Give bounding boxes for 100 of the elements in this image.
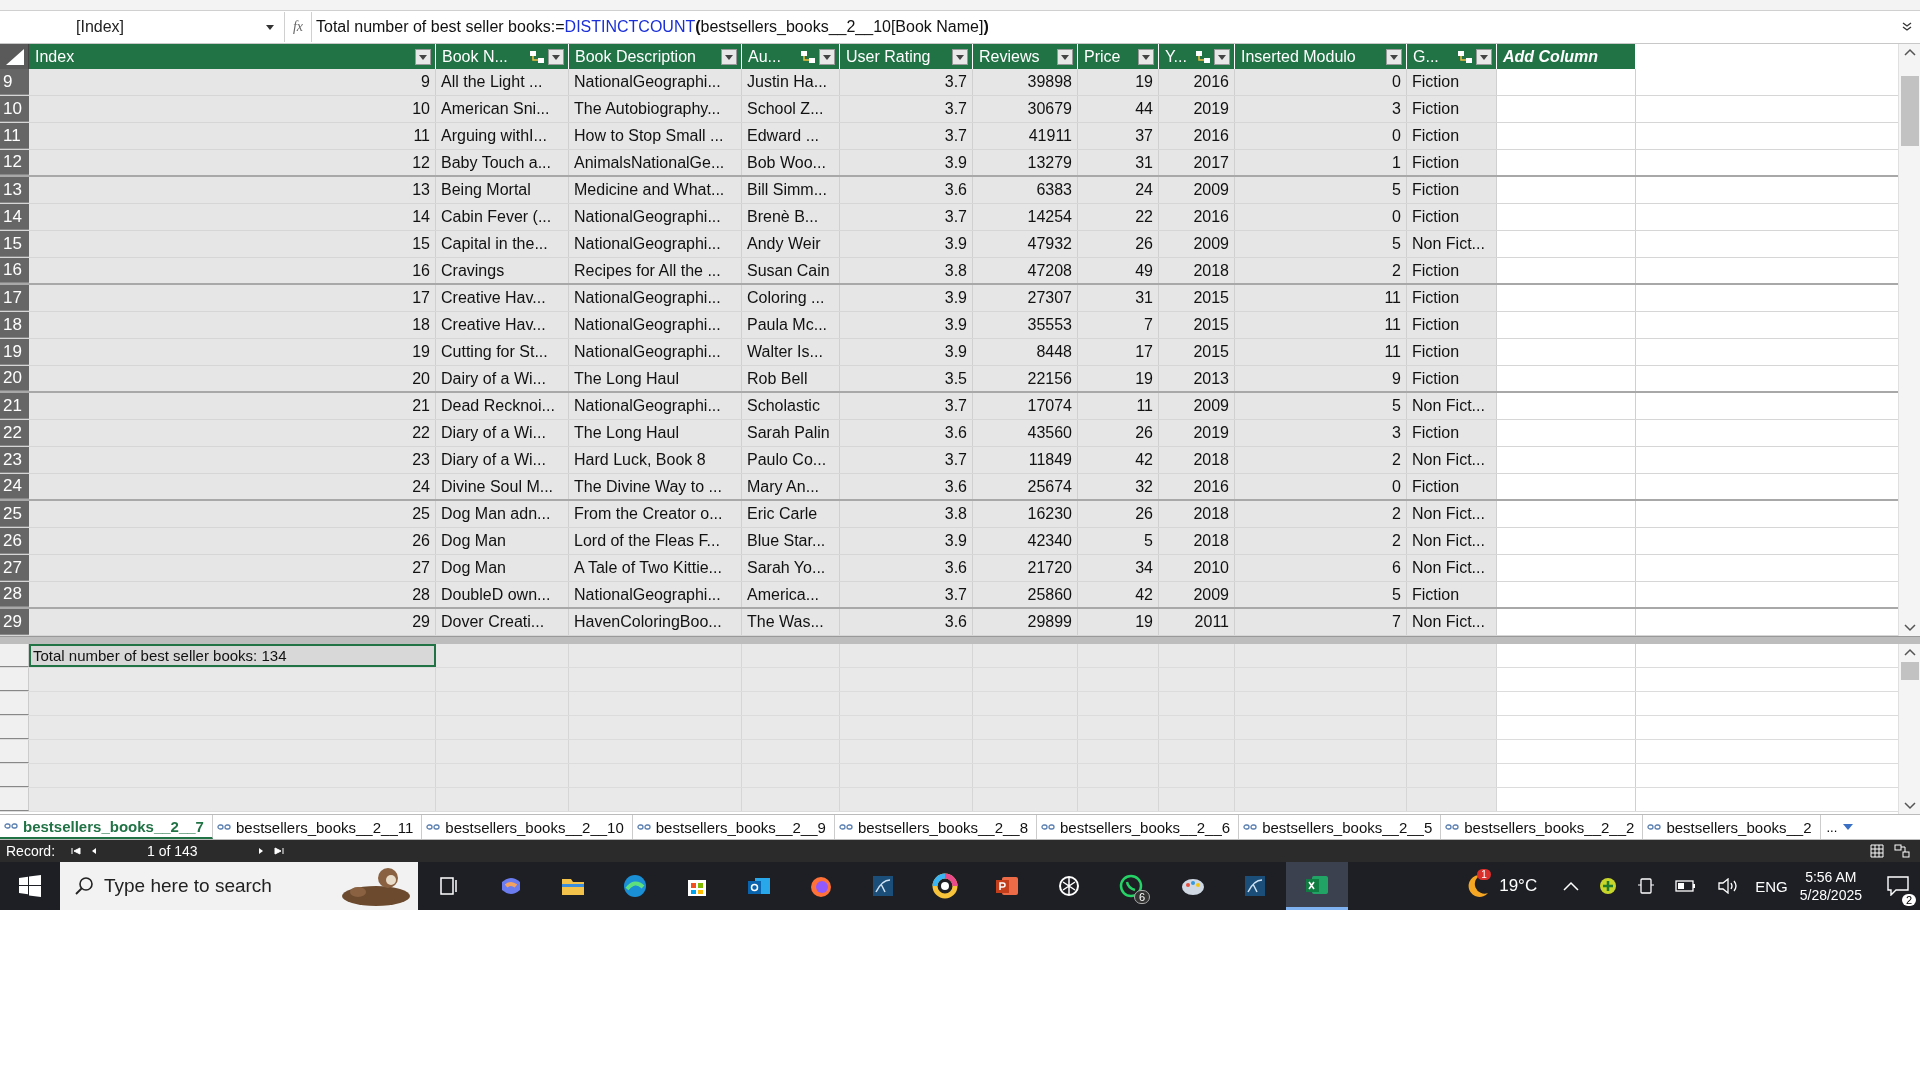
chevron-up-icon[interactable] xyxy=(1563,881,1580,891)
weather-widget[interactable]: 1 19°C xyxy=(1461,871,1538,901)
row-number[interactable]: 22 xyxy=(0,420,29,446)
row-number[interactable]: 19 xyxy=(0,339,29,365)
table-cell: NationalGeographi... xyxy=(569,285,742,311)
row-number[interactable]: 20 xyxy=(0,366,29,391)
scroll-down-icon[interactable] xyxy=(1903,802,1916,810)
vertical-scrollbar[interactable] xyxy=(1898,44,1920,636)
previous-record-icon[interactable] xyxy=(91,847,98,855)
row-number[interactable]: 24 xyxy=(0,474,29,499)
more-tabs[interactable]: ... xyxy=(1826,819,1838,835)
scroll-up-icon[interactable] xyxy=(1903,648,1916,656)
sheet-tab[interactable]: bestsellers_books__2 xyxy=(1643,815,1821,839)
filter-dropdown-icon[interactable] xyxy=(415,48,431,65)
grid-view-icon[interactable] xyxy=(1870,844,1884,858)
filter-dropdown-icon[interactable] xyxy=(548,48,564,65)
sheet-tab[interactable]: bestsellers_books__2__2 xyxy=(1441,815,1644,839)
column-header[interactable]: Book Description xyxy=(569,44,742,69)
clock[interactable]: 5:56 AM 5/28/2025 xyxy=(1799,868,1862,904)
row-number[interactable]: 18 xyxy=(0,312,29,338)
expand-icon[interactable] xyxy=(1902,22,1912,32)
table-cell: 3.6 xyxy=(840,177,973,203)
sheet-tab[interactable]: bestsellers_books__2__8 xyxy=(834,815,1038,839)
table-cell: Susan Cain xyxy=(742,258,840,283)
row-number[interactable]: 23 xyxy=(0,447,29,473)
table-cell: 2015 xyxy=(1159,339,1235,365)
filter-dropdown-icon[interactable] xyxy=(1138,48,1154,65)
scrollbar-thumb[interactable] xyxy=(1900,662,1919,680)
scrollbar-thumb[interactable] xyxy=(1900,76,1919,146)
scroll-down-icon[interactable] xyxy=(1903,624,1916,632)
column-header[interactable]: Au... xyxy=(742,44,840,69)
row-number[interactable]: 28 xyxy=(0,582,29,607)
table-cell: A Tale of Two Kittie... xyxy=(569,555,742,581)
next-record-icon[interactable] xyxy=(257,847,264,855)
sheet-tab[interactable]: bestsellers_books__2__6 xyxy=(1037,815,1240,839)
vertical-scrollbar[interactable] xyxy=(1898,644,1920,814)
table-cell: Walter Is... xyxy=(742,339,840,365)
relationship-icon xyxy=(529,49,545,64)
relationship-icon xyxy=(1195,49,1211,64)
formula-field[interactable]: Total number of best seller books:=DISTINCTCOUNT(bestsellers_books__2__10[Book Name]) xyxy=(311,12,1894,42)
table-cell: NationalGeographi... xyxy=(569,69,742,95)
table-cell: 3.7 xyxy=(840,393,973,419)
filter-dropdown-icon[interactable] xyxy=(952,48,968,65)
speaker-icon[interactable] xyxy=(1717,878,1740,894)
language-indicator[interactable]: ENG xyxy=(1755,877,1788,895)
row-number[interactable]: 15 xyxy=(0,231,29,257)
row-number[interactable]: 27 xyxy=(0,555,29,581)
column-header[interactable]: User Rating xyxy=(840,44,973,69)
plus-circle-icon[interactable] xyxy=(1599,877,1618,895)
battery-icon[interactable] xyxy=(1675,879,1698,893)
row-number[interactable]: 12 xyxy=(0,150,29,175)
column-header[interactable]: Book N... xyxy=(436,44,569,69)
filter-dropdown-icon[interactable] xyxy=(819,48,835,65)
function-label[interactable]: fx xyxy=(285,19,311,35)
table-cell: NationalGeographi... xyxy=(569,312,742,338)
column-header[interactable]: Y... xyxy=(1159,44,1235,69)
row-number[interactable]: 29 xyxy=(0,609,29,635)
column-header[interactable]: G... xyxy=(1407,44,1497,69)
column-header[interactable]: Price xyxy=(1078,44,1159,69)
filter-dropdown-icon[interactable] xyxy=(1057,48,1073,65)
column-header[interactable]: Index xyxy=(29,44,436,69)
notifications-button[interactable]: 2 xyxy=(1876,864,1920,908)
search-field[interactable]: Type here to search xyxy=(102,874,320,898)
select-all-corner[interactable] xyxy=(0,44,29,69)
filter-dropdown-icon[interactable] xyxy=(1386,48,1402,65)
row-number[interactable]: 14 xyxy=(0,204,29,230)
filter-dropdown-icon[interactable] xyxy=(1214,48,1230,65)
first-record-icon[interactable] xyxy=(71,847,82,855)
diagram-view-icon[interactable] xyxy=(1894,844,1910,858)
row-number[interactable]: 16 xyxy=(0,258,29,283)
sheet-tab[interactable]: bestsellers_books__2__11 xyxy=(212,815,423,839)
scroll-up-icon[interactable] xyxy=(1903,48,1916,56)
row-number[interactable]: 17 xyxy=(0,285,29,311)
table-cell: Fiction xyxy=(1407,474,1497,499)
caret-icon[interactable] xyxy=(1843,824,1854,830)
table-cell: Paulo Co... xyxy=(742,447,840,473)
row-number[interactable]: 26 xyxy=(0,528,29,554)
row-number[interactable]: 21 xyxy=(0,393,29,419)
filter-dropdown-icon[interactable] xyxy=(1476,48,1492,65)
name-box[interactable]: [Index] xyxy=(0,12,285,42)
row-number[interactable]: 10 xyxy=(0,96,29,122)
table-cell: Paula Mc... xyxy=(742,312,840,338)
column-header[interactable]: Add Column xyxy=(1497,44,1636,69)
table-cell: Non Fict... xyxy=(1407,231,1497,257)
column-header[interactable]: Reviews xyxy=(973,44,1078,69)
row-number[interactable]: 11 xyxy=(0,123,29,149)
filter-dropdown-icon[interactable] xyxy=(721,48,737,65)
taskbar-app[interactable]: 6 xyxy=(1100,862,1162,910)
sheet-tab[interactable]: bestsellers_books__2__9 xyxy=(632,815,835,839)
taskbar-search[interactable]: Type here to search xyxy=(60,862,418,910)
sheet-tab[interactable]: bestsellers_books__2__5 xyxy=(1239,815,1442,839)
last-record-icon[interactable] xyxy=(273,847,284,855)
column-header[interactable]: Inserted Modulo xyxy=(1235,44,1407,69)
table-cell: 11 xyxy=(1235,312,1407,338)
row-number[interactable]: 9 xyxy=(0,69,29,95)
sheet-tab[interactable]: bestsellers_books__2__10 xyxy=(422,815,633,839)
row-number[interactable]: 13 xyxy=(0,177,29,203)
measure-cell[interactable]: Total number of best seller books: 134 xyxy=(29,644,436,667)
row-number[interactable]: 25 xyxy=(0,501,29,527)
device-icon[interactable] xyxy=(1637,877,1656,895)
